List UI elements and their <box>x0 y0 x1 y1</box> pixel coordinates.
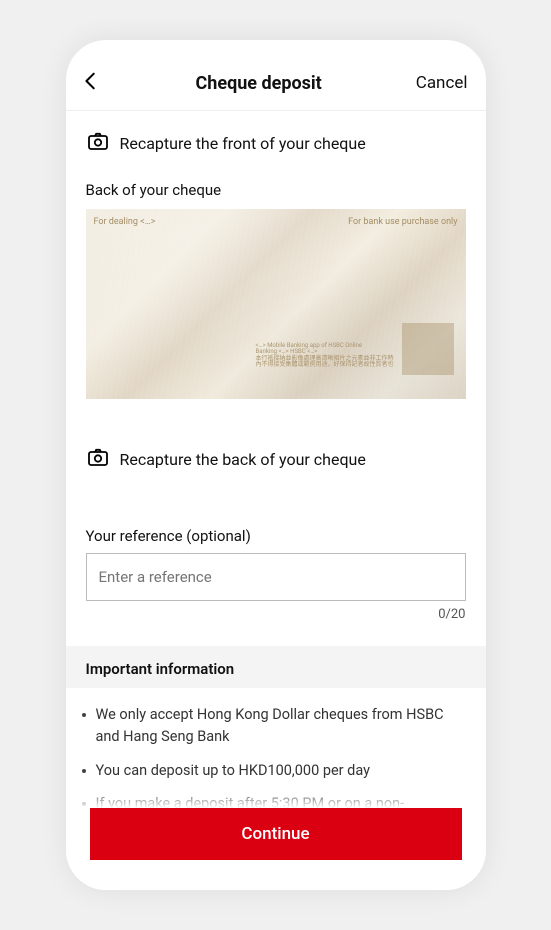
camera-icon <box>86 445 110 473</box>
back-icon[interactable] <box>80 70 102 96</box>
page-title: Cheque deposit <box>102 73 416 94</box>
cheque-mark-left: For dealing <…> <box>94 217 156 227</box>
reference-label: Your reference (optional) <box>86 527 466 545</box>
recapture-front-button[interactable]: Recapture the front of your cheque <box>66 111 486 175</box>
recapture-back-button[interactable]: Recapture the back of your cheque <box>66 417 486 491</box>
header: Cheque deposit Cancel <box>66 40 486 111</box>
cheque-back-preview[interactable]: For dealing <…> For bank use purchase on… <box>86 209 466 399</box>
bullet-icon <box>82 713 86 717</box>
recapture-front-label: Recapture the front of your cheque <box>120 134 366 153</box>
camera-icon <box>86 129 110 157</box>
info-title: Important information <box>86 660 466 678</box>
cheque-mark-right: For bank use purchase only <box>348 217 457 227</box>
continue-button[interactable]: Continue <box>90 808 462 860</box>
footer: Continue <box>66 788 486 890</box>
reference-input[interactable] <box>86 553 466 601</box>
content-scroll: Recapture the front of your cheque Back … <box>66 111 486 890</box>
reference-counter: 0/20 <box>86 607 466 622</box>
bullet-icon <box>82 769 86 773</box>
phone-frame: Cheque deposit Cancel Recapture the fron… <box>66 40 486 890</box>
important-info-header: Important information <box>66 646 486 688</box>
cancel-button[interactable]: Cancel <box>416 73 468 93</box>
recapture-back-label: Recapture the back of your cheque <box>120 450 366 469</box>
list-item: We only accept Hong Kong Dollar cheques … <box>82 704 462 748</box>
qr-code-icon <box>402 323 454 375</box>
cheque-fineprint: <…> Mobile Banking app of HSBC Online Ba… <box>256 343 396 369</box>
back-of-cheque-label: Back of your cheque <box>86 181 466 199</box>
list-item: You can deposit up to HKD100,000 per day <box>82 760 462 782</box>
